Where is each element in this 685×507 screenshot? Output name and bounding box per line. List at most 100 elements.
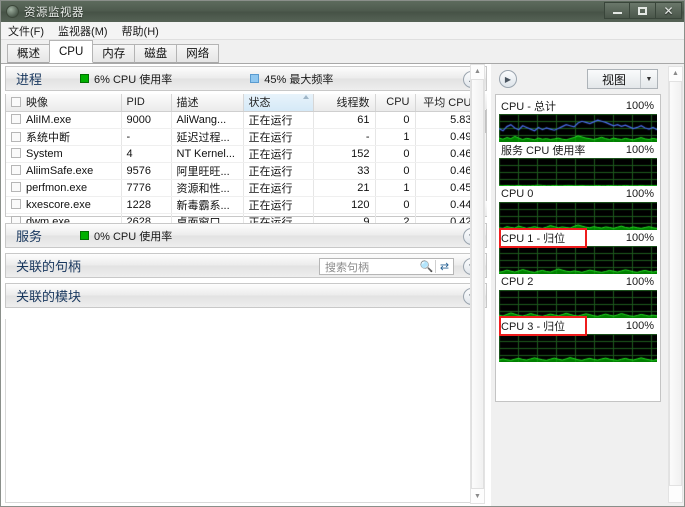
cell-threads: 61 xyxy=(313,111,376,129)
cpu-graph-canvas xyxy=(499,114,657,142)
col-header-image[interactable]: 映像 xyxy=(6,94,122,112)
menu-item-file[interactable]: 文件(F) xyxy=(8,22,52,40)
sidebar-scrollbar[interactable]: ▲ xyxy=(668,66,683,503)
view-dropdown-chevron-down-icon[interactable]: ▼ xyxy=(640,70,657,88)
table-row[interactable]: kxescore.exe 1228 新毒霸系... 正在运行 120 0 0.44 xyxy=(6,196,478,214)
cpu-graph-scale: 100% xyxy=(625,232,654,244)
cell-image: System xyxy=(6,145,122,163)
sidebar-scroll-up-icon[interactable]: ▲ xyxy=(669,67,682,80)
cpu-graph-label-row: CPU 2 100% xyxy=(499,274,657,290)
col-label-status: 状态 xyxy=(248,97,271,110)
cell-status: 正在运行 xyxy=(243,128,314,146)
handle-search-input[interactable]: 搜索句柄 xyxy=(325,259,418,275)
tab-disk[interactable]: 磁盘 xyxy=(134,44,178,63)
cell-cpu: 0 xyxy=(375,196,416,214)
cpu-graph-label-row: 服务 CPU 使用率 100% xyxy=(499,142,657,158)
title-bar: 资源监视器 ✕ xyxy=(1,1,684,22)
left-scroll-down-icon[interactable]: ▼ xyxy=(471,490,484,503)
table-row[interactable]: System 4 NT Kernel... 正在运行 152 0 0.46 xyxy=(6,145,478,163)
left-scrollbar-thumb[interactable] xyxy=(471,79,484,489)
tab-overview[interactable]: 概述 xyxy=(7,44,50,63)
col-header-description[interactable]: 描述 xyxy=(171,94,244,112)
select-all-checkbox[interactable] xyxy=(11,97,21,108)
process-table-container: 映像 PID 描述 状态 线程数 CPU 平均 CPU AliIM.exe 900… xyxy=(5,94,487,231)
cpu-graph-block: CPU 3 - 归位 100% xyxy=(499,318,657,362)
row-checkbox[interactable] xyxy=(11,113,21,124)
cpu-graph-name: CPU 1 - 归位 xyxy=(501,233,566,245)
tab-cpu[interactable]: CPU xyxy=(49,40,94,63)
cpu-graph-label-row: CPU 0 100% xyxy=(499,186,657,202)
handles-header[interactable]: 关联的句柄 搜索句柄 🔍 ⇄ ▼ xyxy=(5,253,487,278)
cpu-graph-canvas xyxy=(499,334,657,362)
cell-image-text: AliIM.exe xyxy=(26,113,72,126)
menu-item-help[interactable]: 帮助(H) xyxy=(122,22,167,40)
services-cpu-legend: 0% CPU 使用率 xyxy=(80,228,172,244)
processes-header[interactable]: 进程 6% CPU 使用率 45% 最大频率 ▲ xyxy=(5,66,487,91)
cell-status: 正在运行 xyxy=(243,179,314,197)
services-header[interactable]: 服务 0% CPU 使用率 ▼ xyxy=(5,223,487,248)
cell-image-text: perfmon.exe xyxy=(26,181,88,194)
row-checkbox[interactable] xyxy=(11,147,21,158)
cell-status: 正在运行 xyxy=(243,162,314,180)
left-panel-scrollbar[interactable]: ▲ ▼ xyxy=(470,64,485,504)
graph-sidebar: ▶ 视图 ▼ CPU - 总计 100% 服务 CPU 使用率 100% CPU 0 10… xyxy=(491,64,684,506)
magnifier-icon[interactable]: 🔍 xyxy=(418,260,435,273)
modules-header[interactable]: 关联的模块 ▼ xyxy=(5,283,487,308)
cpu-graph-label-row: CPU 1 - 归位 100% xyxy=(499,230,657,246)
view-button[interactable]: 视图 ▼ xyxy=(586,69,658,89)
col-header-cpu[interactable]: CPU xyxy=(375,94,416,112)
cell-threads: 21 xyxy=(313,179,376,197)
cell-image-text: AliimSafe.exe xyxy=(26,164,94,177)
col-header-average-cpu[interactable]: 平均 CPU xyxy=(415,94,478,112)
cell-cpu: 0 xyxy=(375,145,416,163)
maximize-button[interactable] xyxy=(630,2,656,19)
col-header-threads[interactable]: 线程数 xyxy=(313,94,376,112)
cpu-graph-scale: 100% xyxy=(625,144,654,156)
row-checkbox[interactable] xyxy=(11,181,21,192)
cpu-graph-scale: 100% xyxy=(625,276,654,288)
table-row[interactable]: 系统中断 - 延迟过程... 正在运行 -1 0.49 xyxy=(6,128,478,146)
cell-image: AliIM.exe xyxy=(6,111,122,129)
collapse-sidebar-chevron-right-icon[interactable]: ▶ xyxy=(499,70,517,88)
handle-search-box[interactable]: 搜索句柄 🔍 ⇄ xyxy=(319,258,454,275)
cpu-graph-block: CPU - 总计 100% xyxy=(499,98,657,142)
tab-network[interactable]: 网络 xyxy=(176,44,220,63)
cpu-graph-label-row: CPU - 总计 100% xyxy=(499,98,657,114)
app-icon xyxy=(6,5,19,18)
row-checkbox[interactable] xyxy=(11,164,21,175)
menu-item-monitor[interactable]: 监视器(M) xyxy=(58,22,116,40)
minimize-button[interactable] xyxy=(604,2,630,19)
cell-pid: - xyxy=(121,128,172,146)
cpu-graph-name: CPU 2 xyxy=(501,276,534,288)
cpu-graph-block: 服务 CPU 使用率 100% xyxy=(499,142,657,186)
table-row[interactable]: AliimSafe.exe 9576 阿里旺旺... 正在运行 33 0 0.46 xyxy=(6,162,478,180)
view-button-label: 视图 xyxy=(601,72,626,87)
cell-pid: 1228 xyxy=(121,196,172,214)
sidebar-scrollbar-thumb[interactable] xyxy=(669,81,682,486)
handles-section: 关联的句柄 搜索句柄 🔍 ⇄ ▼ xyxy=(5,253,487,278)
blue-swatch-icon xyxy=(250,74,260,83)
cell-image-text: System xyxy=(26,147,63,160)
processes-max-freq-text: 45% 最大频率 xyxy=(264,73,334,86)
window-title: 资源监视器 xyxy=(24,6,84,19)
processes-title: 进程 xyxy=(16,72,43,87)
cell-threads: 152 xyxy=(313,145,376,163)
refresh-icon[interactable]: ⇄ xyxy=(436,260,453,273)
cpu-graph-canvas xyxy=(499,290,657,318)
col-header-pid[interactable]: PID xyxy=(121,94,172,112)
cpu-graph-name: CPU 0 xyxy=(501,188,534,200)
row-checkbox[interactable] xyxy=(11,198,21,209)
left-scroll-up-icon[interactable]: ▲ xyxy=(471,65,484,78)
table-row[interactable]: perfmon.exe 7776 资源和性... 正在运行 21 1 0.45 xyxy=(6,179,478,197)
cell-image: kxescore.exe xyxy=(6,196,122,214)
col-header-status[interactable]: 状态 xyxy=(243,94,314,112)
cpu-graph-label-row: CPU 3 - 归位 100% xyxy=(499,318,657,334)
tab-memory[interactable]: 内存 xyxy=(92,44,136,63)
row-checkbox[interactable] xyxy=(11,131,21,142)
cell-image: perfmon.exe xyxy=(6,179,122,197)
table-row[interactable]: AliIM.exe 9000 AliWang... 正在运行 61 0 5.83 xyxy=(6,111,478,129)
cell-cpu: 1 xyxy=(375,179,416,197)
cell-cpu: 1 xyxy=(375,128,416,146)
cell-average-cpu: 0.45 xyxy=(415,179,478,197)
close-button[interactable]: ✕ xyxy=(656,2,682,19)
